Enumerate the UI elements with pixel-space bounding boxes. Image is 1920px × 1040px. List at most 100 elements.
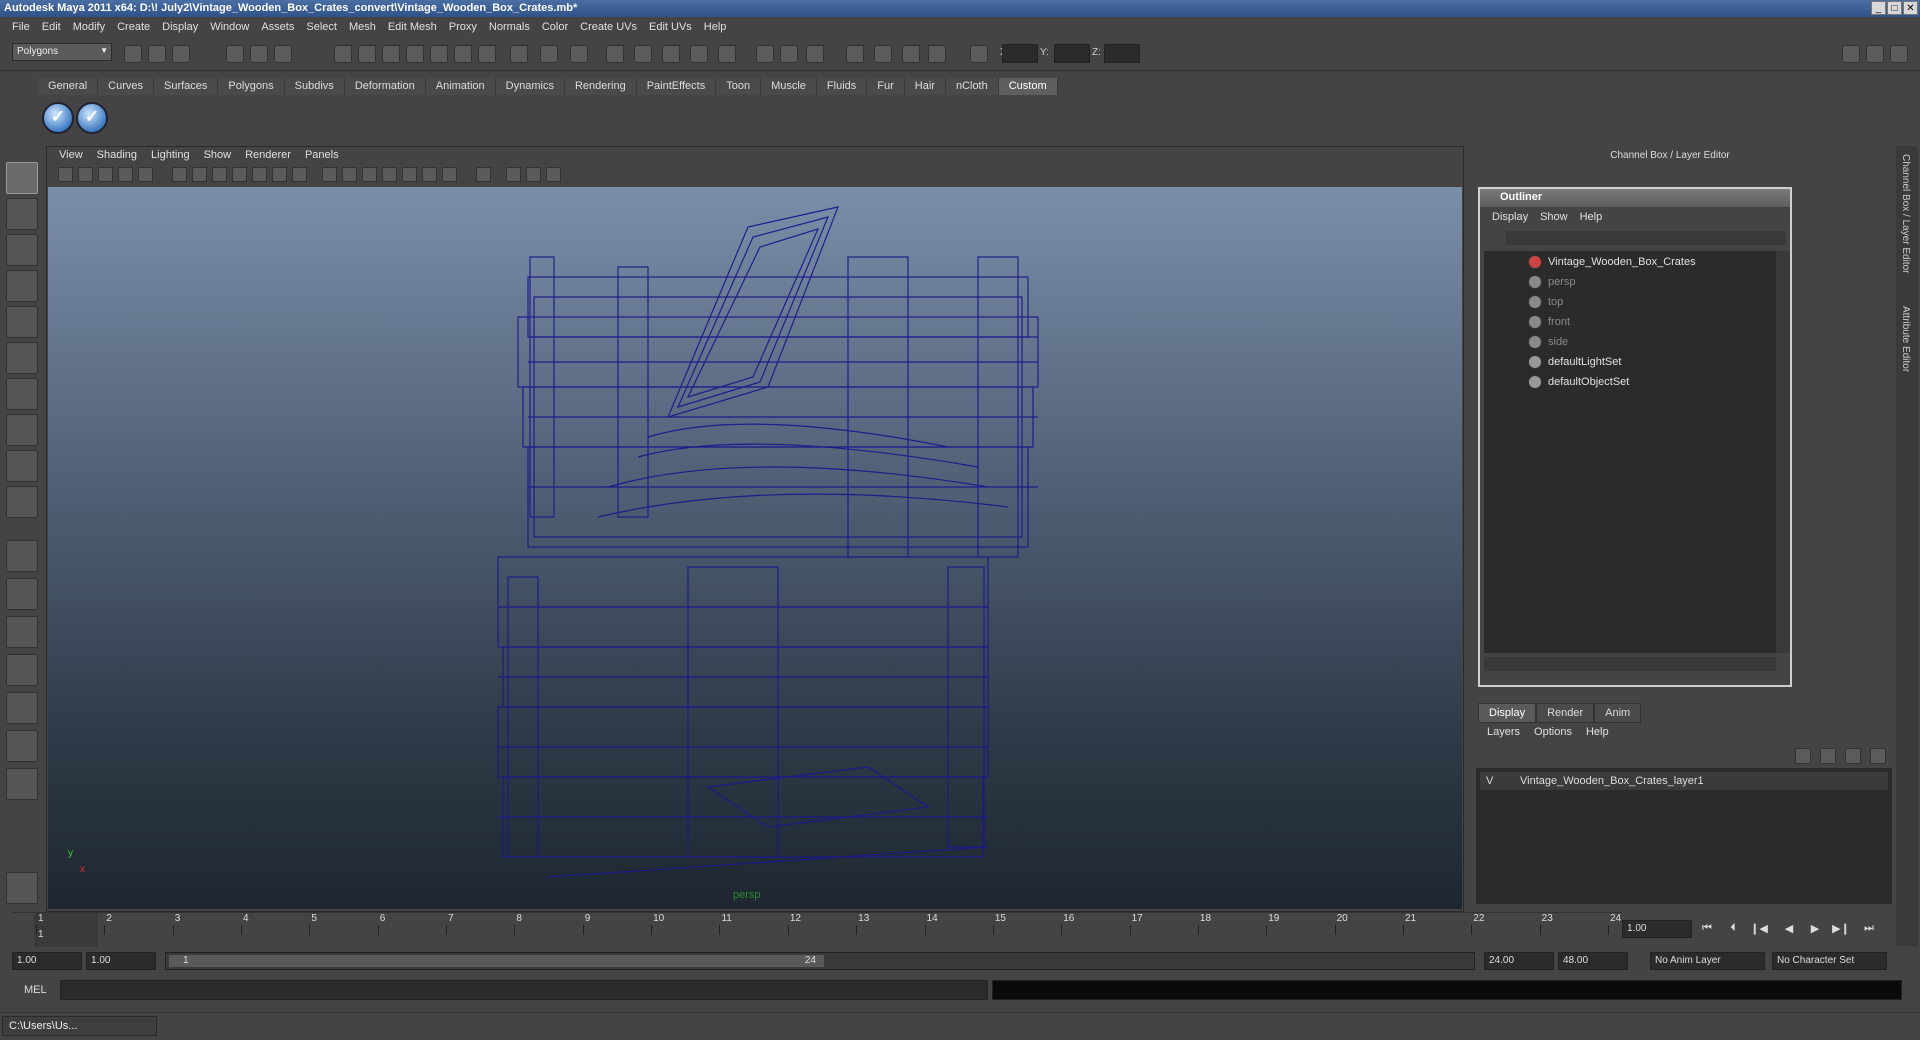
menu-create-uvs[interactable]: Create UVs	[574, 21, 643, 33]
construction-icon[interactable]	[478, 45, 496, 63]
go-to-start-icon[interactable]: ⏮	[1698, 922, 1716, 938]
outliner-menu-display[interactable]: Display	[1486, 211, 1534, 223]
current-frame-field[interactable]: 1.00	[1622, 920, 1692, 938]
menu-file[interactable]: File	[6, 21, 36, 33]
shelf-tab-curves[interactable]: Curves	[98, 78, 154, 95]
help-icon[interactable]	[510, 45, 528, 63]
outliner-item[interactable]: persp	[1548, 276, 1576, 288]
render-settings-icon[interactable]	[662, 45, 680, 63]
animation-end-field[interactable]: 48.00	[1558, 952, 1628, 970]
snap-grid-icon[interactable]	[334, 45, 352, 63]
new-layer-icon[interactable]	[1795, 748, 1811, 764]
hypershade-persp-layout-icon[interactable]	[6, 692, 38, 724]
shelf-tab-ncloth[interactable]: nCloth	[945, 78, 999, 95]
animation-start-field[interactable]: 1.00	[12, 952, 82, 970]
select-highlight-icon[interactable]	[570, 45, 588, 63]
open-scene-icon[interactable]	[148, 45, 166, 63]
default-lighting-icon[interactable]	[402, 167, 417, 182]
menu-set-selector[interactable]: Polygons ▼	[12, 43, 112, 61]
2d-pan-zoom-icon[interactable]	[138, 167, 153, 182]
xray-joints-icon[interactable]	[526, 167, 541, 182]
move-tool-icon[interactable]	[6, 270, 38, 302]
outliner-toggle-icon[interactable]	[902, 45, 920, 63]
layer-tab-display[interactable]: Display	[1478, 703, 1537, 723]
absolute-transform-icon[interactable]	[970, 45, 988, 63]
new-scene-icon[interactable]	[124, 45, 142, 63]
move-layer-down-icon[interactable]	[1870, 748, 1886, 764]
field-chart-icon[interactable]	[252, 167, 267, 182]
shelf-tab-subdivs[interactable]: Subdivs	[284, 78, 345, 95]
snap-plane-icon[interactable]	[406, 45, 424, 63]
attribute-editor-toggle-icon[interactable]	[806, 45, 824, 63]
last-tool-icon[interactable]	[6, 486, 38, 518]
range-slider-handle[interactable]: 1 24	[169, 955, 824, 967]
outliner-item[interactable]: Vintage_Wooden_Box_Crates	[1548, 256, 1696, 268]
new-layer-from-selected-icon[interactable]	[1820, 748, 1836, 764]
render-current-icon[interactable]	[606, 45, 624, 63]
xray-icon[interactable]	[506, 167, 521, 182]
safe-action-icon[interactable]	[272, 167, 287, 182]
panel-menu-show[interactable]: Show	[197, 149, 239, 161]
outliner-menu-show[interactable]: Show	[1534, 211, 1574, 223]
time-slider[interactable]: 1 1 2 3 4 5 6 7 8 9 10 11 12 13 14 15 16 17 18 19 20 21 22 23 2…	[12, 912, 1622, 947]
film-gate-icon[interactable]	[192, 167, 207, 182]
menu-edit-mesh[interactable]: Edit Mesh	[382, 21, 443, 33]
graph-persp-layout-icon[interactable]	[6, 654, 38, 686]
shelf-tab-deformation[interactable]: Deformation	[344, 78, 426, 95]
menu-select[interactable]: Select	[300, 21, 343, 33]
show-manipulator-icon[interactable]	[6, 450, 38, 482]
shelf-tab-general[interactable]: General	[38, 78, 99, 95]
panel-menu-panels[interactable]: Panels	[298, 149, 346, 161]
soft-modification-icon[interactable]	[6, 414, 38, 446]
minimized-window[interactable]: C:\Users\Us...	[2, 1016, 157, 1036]
hypershade-icon[interactable]	[690, 45, 708, 63]
scale-tool-icon[interactable]	[6, 342, 38, 374]
menu-normals[interactable]: Normals	[483, 21, 536, 33]
smooth-shading-icon[interactable]	[342, 167, 357, 182]
menu-color[interactable]: Color	[536, 21, 574, 33]
layer-menu-help[interactable]: Help	[1579, 726, 1616, 738]
maximize-button[interactable]: □	[1887, 1, 1902, 15]
step-forward-key-icon[interactable]: ▶❙	[1832, 922, 1850, 938]
shelf-tab-painteffects[interactable]: PaintEffects	[636, 78, 717, 95]
menu-modify[interactable]: Modify	[67, 21, 111, 33]
menu-proxy[interactable]: Proxy	[443, 21, 483, 33]
menu-help[interactable]: Help	[698, 21, 733, 33]
snap-live-icon[interactable]	[430, 45, 448, 63]
single-perspective-layout-icon[interactable]	[6, 540, 38, 572]
shelf-tab-fur[interactable]: Fur	[867, 78, 905, 95]
channel-box-toggle-icon[interactable]	[874, 45, 892, 63]
anim-layer-dropdown[interactable]: No Anim Layer	[1650, 952, 1765, 970]
all-lights-icon[interactable]	[422, 167, 437, 182]
outliner-item[interactable]: side	[1548, 336, 1568, 348]
custom-shelf-button-2[interactable]: ✓	[76, 102, 108, 134]
menu-edit-uvs[interactable]: Edit UVs	[643, 21, 698, 33]
shelf-tab-fluids[interactable]: Fluids	[816, 78, 868, 95]
go-to-end-icon[interactable]: ⏭	[1860, 922, 1878, 938]
panel-menu-shading[interactable]: Shading	[90, 149, 144, 161]
menu-edit[interactable]: Edit	[36, 21, 67, 33]
shelf-tab-hair[interactable]: Hair	[904, 78, 946, 95]
step-back-key-icon[interactable]: ❙◀	[1750, 922, 1768, 938]
rename-icon[interactable]	[780, 45, 798, 63]
wireframe-shading-icon[interactable]	[322, 167, 337, 182]
tool-settings-icon[interactable]	[846, 45, 864, 63]
show-attribute-editor-icon[interactable]	[1842, 45, 1860, 63]
save-scene-icon[interactable]	[172, 45, 190, 63]
command-input[interactable]	[60, 980, 988, 1000]
camera-attributes-icon[interactable]	[78, 167, 93, 182]
outliner-item[interactable]: front	[1548, 316, 1570, 328]
shelf-tab-toon[interactable]: Toon	[716, 78, 762, 95]
outliner-item[interactable]: defaultLightSet	[1548, 356, 1621, 368]
panel-menu-view[interactable]: View	[52, 149, 90, 161]
outliner-vertical-scrollbar[interactable]	[1776, 251, 1790, 653]
panel-menu-renderer[interactable]: Renderer	[238, 149, 298, 161]
select-camera-icon[interactable]	[58, 167, 73, 182]
step-back-icon[interactable]: ⏴	[1724, 922, 1742, 938]
layout-options-icon[interactable]	[6, 768, 38, 800]
layer-tab-render[interactable]: Render	[1536, 703, 1595, 723]
menu-mesh[interactable]: Mesh	[343, 21, 382, 33]
select-tool-icon[interactable]	[6, 162, 38, 194]
history-icon[interactable]	[454, 45, 472, 63]
layer-name[interactable]: Vintage_Wooden_Box_Crates_layer1	[1520, 775, 1704, 787]
